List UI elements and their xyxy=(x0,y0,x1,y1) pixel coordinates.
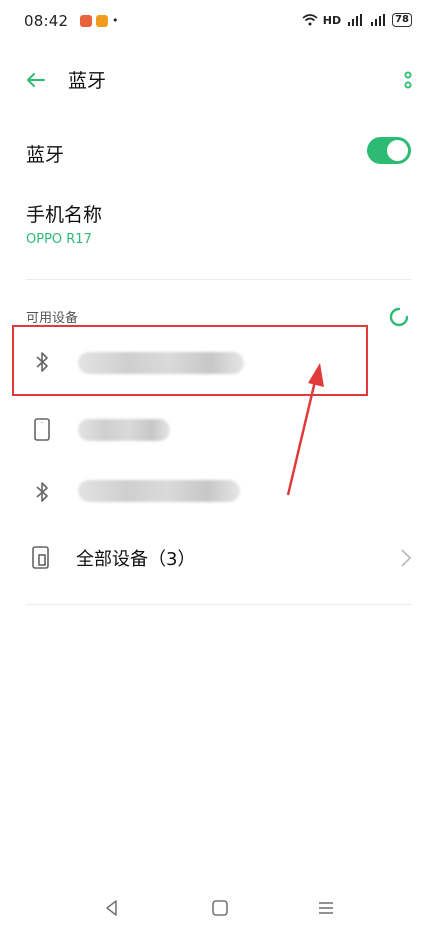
loading-spinner-icon xyxy=(389,307,409,327)
device-row-2[interactable] xyxy=(12,400,432,460)
bluetooth-icon xyxy=(36,482,48,502)
page-title: 蓝牙 xyxy=(68,70,107,92)
more-dots-icon[interactable] xyxy=(398,70,418,94)
signal-icon xyxy=(348,14,363,26)
bluetooth-toggle[interactable] xyxy=(367,137,411,164)
system-status: HD 78 xyxy=(302,13,412,27)
chevron-right-icon[interactable] xyxy=(399,548,413,568)
all-devices-row[interactable] xyxy=(12,528,432,588)
divider xyxy=(26,279,412,280)
notification-icons: • xyxy=(80,14,119,27)
all-devices-icon xyxy=(32,546,49,569)
dot-icon: • xyxy=(112,14,119,27)
device-name-value: OPPO R17 xyxy=(26,232,92,247)
phone-icon xyxy=(34,418,50,441)
battery-indicator: 78 xyxy=(392,13,412,27)
menu-nav-icon[interactable] xyxy=(316,898,336,918)
wifi-icon xyxy=(302,14,318,26)
app-notification-icon xyxy=(80,14,92,27)
section-available-label: 可用设备 xyxy=(26,311,79,326)
app-notification-icon xyxy=(96,14,108,27)
bluetooth-label: 蓝牙 xyxy=(26,144,65,166)
network-label: HD xyxy=(322,13,342,27)
device-row-3[interactable] xyxy=(12,460,432,520)
all-devices-label: 全部设备（3） xyxy=(76,549,196,570)
back-nav-icon[interactable] xyxy=(102,898,122,918)
back-arrow-icon[interactable] xyxy=(24,68,48,92)
status-time: 08:42 xyxy=(24,12,69,30)
signal-icon xyxy=(371,14,386,26)
divider xyxy=(26,604,412,605)
device-name-redacted xyxy=(78,480,240,502)
home-nav-icon[interactable] xyxy=(210,898,230,918)
device-name-redacted xyxy=(78,419,170,441)
device-name-label[interactable]: 手机名称 xyxy=(26,200,102,227)
